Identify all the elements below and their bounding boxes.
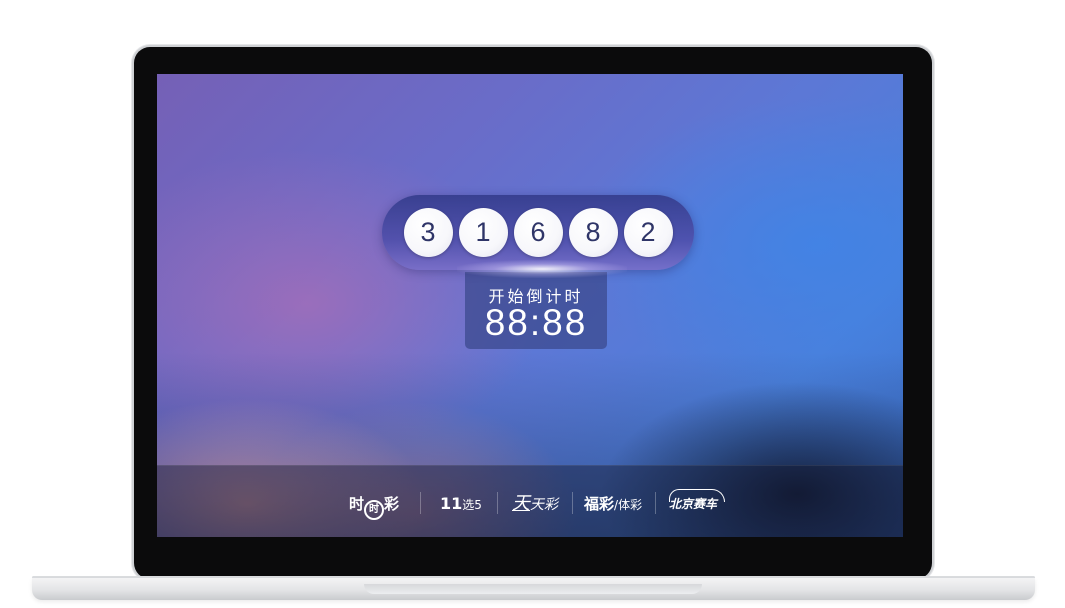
race-car-icon xyxy=(669,489,725,502)
logo-separator xyxy=(572,492,573,514)
logo-shishicai-right: 彩 xyxy=(384,495,400,513)
ball-bar-glow xyxy=(457,260,627,278)
lottery-ball-1: 3 xyxy=(403,208,453,257)
logo-tiantiancai-rest: 天彩 xyxy=(530,497,558,513)
lottery-ball-3: 6 xyxy=(513,208,563,257)
lottery-ball-2: 1 xyxy=(458,208,508,257)
countdown-time: 88:88 xyxy=(484,302,588,343)
logo-separator xyxy=(655,492,656,514)
logo-separator xyxy=(420,492,421,514)
logo-shishicai[interactable]: 时时彩 xyxy=(349,494,400,520)
laptop-hinge-notch xyxy=(364,584,702,594)
lottery-ball-5: 2 xyxy=(623,208,673,257)
logo-tiantiancai[interactable]: 天天彩 xyxy=(512,494,558,514)
logo-11xuan5[interactable]: 11选5 xyxy=(440,494,482,514)
logo-ticai: 体彩 xyxy=(618,498,643,512)
logo-beijing-racing[interactable]: 北京赛车 xyxy=(669,489,725,514)
logo-shishicai-left: 时 xyxy=(349,495,365,513)
lottery-ball-bar: 3 1 6 8 2 xyxy=(382,195,694,270)
logo-tiantiancai-first: 天 xyxy=(512,493,530,514)
countdown-panel: 开始倒计时 88:88 xyxy=(465,272,607,349)
logo-11xuan5-rest: 选5 xyxy=(462,498,482,512)
logo-11xuan5-number: 11 xyxy=(440,494,463,513)
lottery-logo-strip: 时时彩 11选5 天天彩 福彩/体彩 北京赛车 xyxy=(157,465,903,537)
laptop-screen: 3 1 6 8 2 开始倒计时 88:88 时时彩 11选5 天天彩 福彩/体彩… xyxy=(157,74,903,537)
logo-separator xyxy=(497,492,498,514)
logo-fucai: 福彩 xyxy=(584,495,615,513)
lottery-ball-4: 8 xyxy=(568,208,618,257)
logo-fucai-ticai[interactable]: 福彩/体彩 xyxy=(584,494,642,514)
logo-shishicai-ring: 时 xyxy=(364,500,385,520)
